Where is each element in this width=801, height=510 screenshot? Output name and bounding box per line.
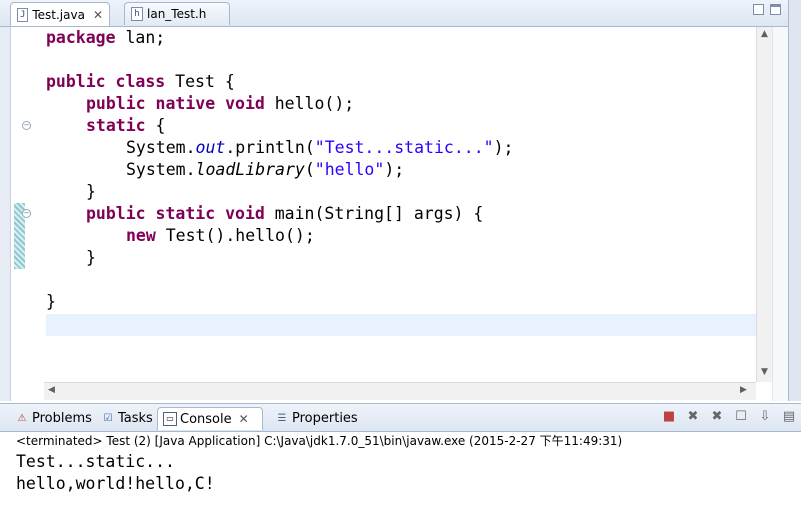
console-toolbar: ■ ✖ ✖ ☐ ⇩ ▤: [661, 409, 797, 425]
pin-console-icon[interactable]: ▤: [781, 409, 797, 425]
close-icon[interactable]: ✕: [93, 8, 103, 22]
horizontal-scrollbar[interactable]: ◀ ▶: [44, 382, 756, 400]
console-output-line: Test...static...: [16, 452, 175, 471]
code-line: }: [46, 292, 56, 311]
maximize-icon[interactable]: [770, 4, 781, 15]
close-icon[interactable]: ✕: [239, 412, 249, 426]
console-process-label: <terminated> Test (2) [Java Application]…: [16, 434, 623, 448]
problems-icon: ⚠: [17, 412, 27, 424]
editor-left-margin: [0, 27, 11, 401]
overview-ruler: [772, 27, 789, 401]
code-line: }: [86, 182, 96, 201]
console-icon: ▭: [163, 412, 177, 426]
current-line-highlight: [46, 314, 756, 336]
tasks-icon: ☑: [103, 412, 113, 424]
tab-label: lan_Test.h: [147, 7, 207, 21]
minimize-icon[interactable]: [753, 4, 764, 15]
clear-console-icon[interactable]: ☐: [733, 409, 749, 425]
terminate-icon[interactable]: ■: [661, 409, 677, 425]
code-line: package lan;: [46, 28, 166, 47]
scroll-up-icon[interactable]: ▲: [761, 29, 768, 39]
code-line: System.loadLibrary("hello");: [126, 160, 405, 179]
code-line: new Test().hello();: [126, 226, 315, 245]
vertical-scrollbar[interactable]: ▲ ▼: [756, 27, 773, 382]
view-tab-bar: ⚠ Problems ☑ Tasks ▭ Console ✕ ☰ Propert…: [0, 403, 801, 432]
remove-all-terminated-icon[interactable]: ✖: [709, 409, 725, 425]
scroll-lock-icon[interactable]: ⇩: [757, 409, 773, 425]
fold-collapse-icon[interactable]: −: [22, 121, 31, 130]
console-output-line: hello,world!hello,C!: [16, 474, 215, 493]
code-line: public native void hello();: [86, 94, 355, 113]
header-file-icon: h: [131, 7, 143, 21]
side-panel-edge: [788, 0, 801, 401]
fold-collapse-icon[interactable]: −: [22, 209, 31, 218]
scroll-left-icon[interactable]: ◀: [48, 385, 55, 395]
properties-icon: ☰: [277, 412, 287, 424]
code-line: }: [86, 248, 96, 267]
java-file-icon: J: [17, 7, 29, 22]
code-line: static {: [86, 116, 166, 135]
tab-console[interactable]: ▭ Console ✕: [157, 407, 263, 430]
tab-label: Problems: [32, 411, 92, 426]
tab-label: Properties: [292, 411, 358, 426]
tab-lan-test-h[interactable]: h lan_Test.h: [124, 2, 230, 25]
tab-problems[interactable]: ⚠ Problems: [10, 407, 97, 430]
code-line: System.out.println("Test...static...");: [126, 138, 514, 157]
tab-test-java[interactable]: J Test.java ✕: [10, 2, 110, 26]
tab-label: Tasks: [118, 411, 153, 426]
scroll-down-icon[interactable]: ▼: [761, 367, 768, 377]
code-line: public class Test {: [46, 72, 235, 91]
editor-tab-bar: J Test.java ✕ h lan_Test.h: [0, 0, 801, 27]
remove-launch-icon[interactable]: ✖: [685, 409, 701, 425]
scroll-right-icon[interactable]: ▶: [740, 385, 747, 395]
tab-label: Test.java: [32, 7, 85, 22]
tab-tasks[interactable]: ☑ Tasks: [96, 407, 158, 430]
tab-properties[interactable]: ☰ Properties: [270, 407, 363, 430]
tab-label: Console: [180, 411, 232, 427]
editor-window-controls: [753, 4, 781, 15]
code-line: public static void main(String[] args) {: [86, 204, 484, 223]
